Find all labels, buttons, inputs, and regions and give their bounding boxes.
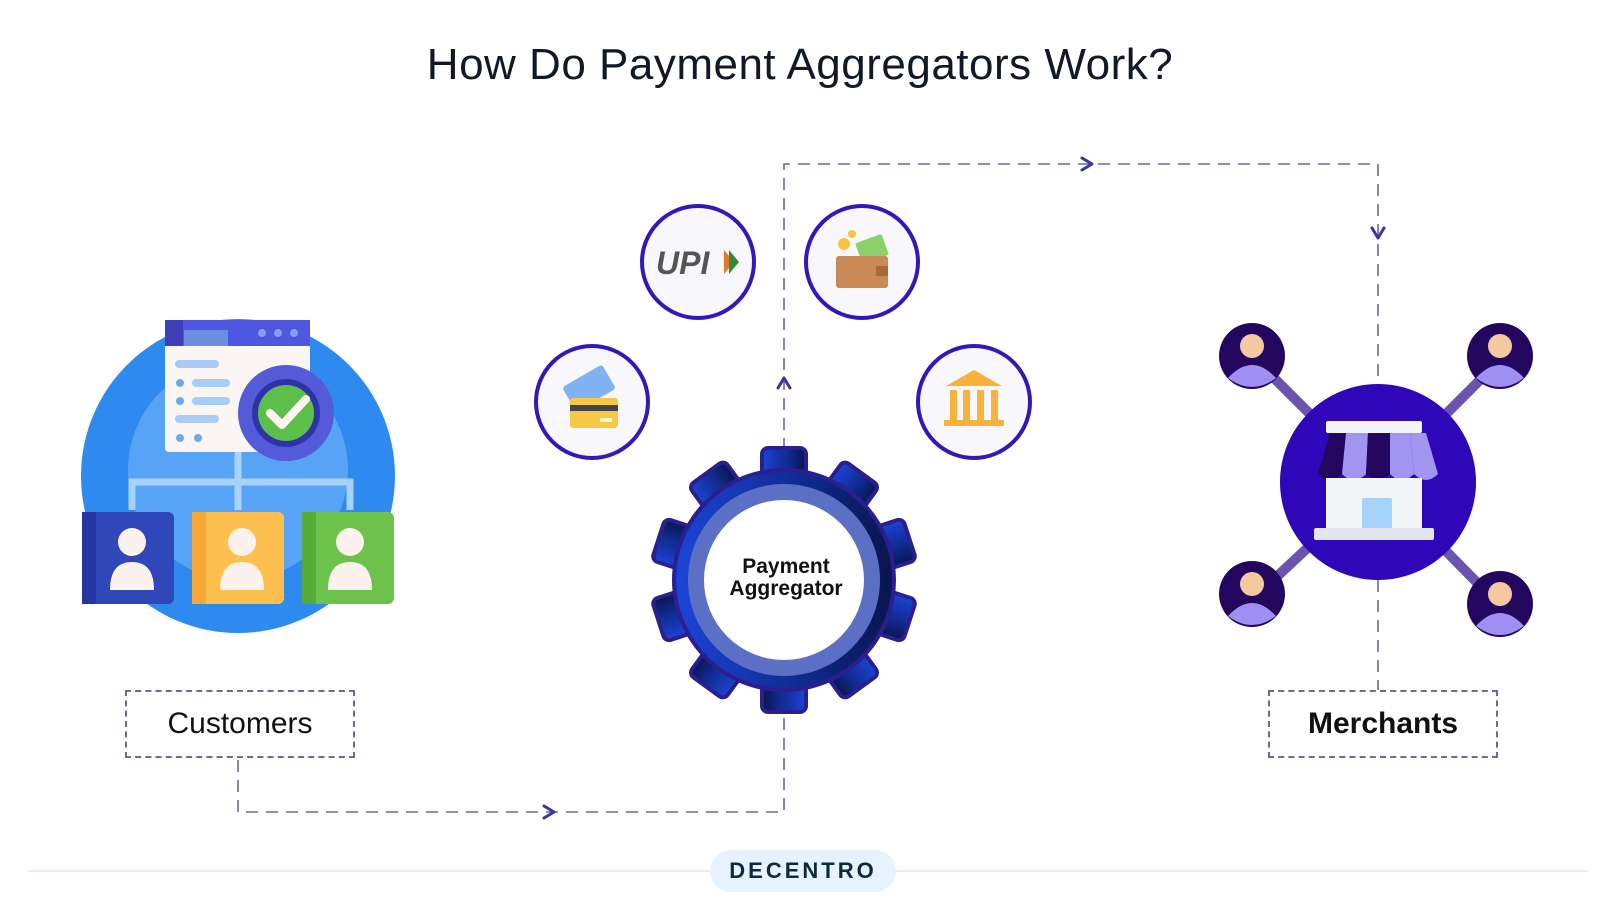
store-icon [1314, 421, 1438, 540]
merchant-avatar-icon [1467, 571, 1533, 637]
merchant-avatar-icon [1219, 323, 1285, 389]
customers-org-icon [81, 319, 395, 633]
upi-logo-icon: UPI [656, 245, 710, 281]
aggregator-label: Payment Aggregator [706, 556, 866, 600]
aggregator-label-line2: Aggregator [729, 577, 843, 600]
payment-method-upi: UPI [640, 204, 756, 320]
brand-logo: DECENTRO [710, 850, 896, 892]
payment-method-wallet [804, 204, 920, 320]
merchant-avatar-icon [1467, 323, 1533, 389]
verified-badge-icon [238, 365, 334, 461]
flow-diagram: UPI [81, 156, 1533, 820]
payment-method-bank [916, 344, 1032, 460]
aggregator-label-line1: Payment [742, 555, 830, 578]
store-network-icon [1219, 323, 1533, 637]
customers-label: Customers [125, 690, 355, 758]
merchant-avatar-icon [1219, 561, 1285, 627]
merchants-label: Merchants [1268, 690, 1498, 758]
payment-method-cards [534, 344, 650, 460]
